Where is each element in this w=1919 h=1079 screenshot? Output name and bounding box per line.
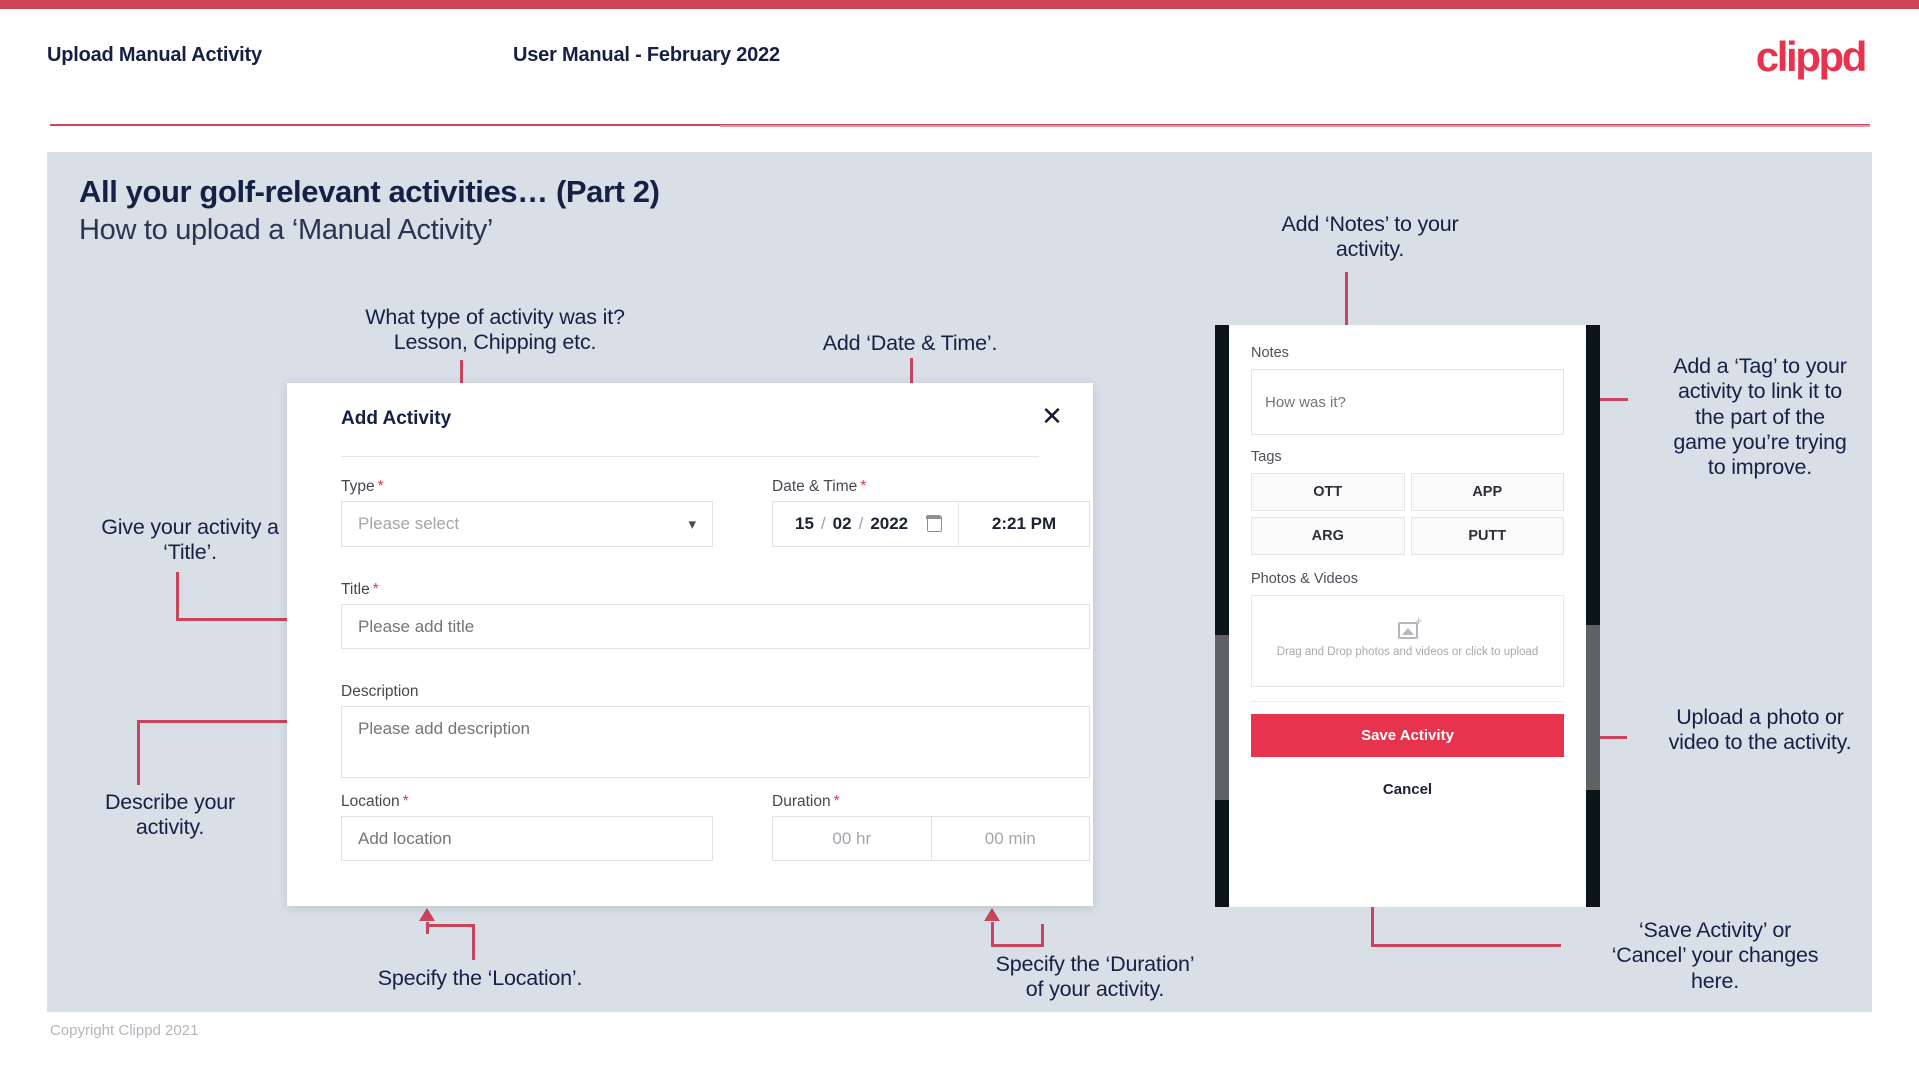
annotation-notes: Add ‘Notes’ to your activity. (1281, 212, 1459, 262)
duration-label: Duration * (772, 793, 840, 811)
connector-dur-v (1041, 924, 1044, 946)
title-required-mark: * (372, 581, 379, 598)
location-required-mark: * (402, 793, 409, 810)
dialog-divider (341, 456, 1039, 457)
cancel-button[interactable]: Cancel (1251, 781, 1564, 798)
connector-loc-v2 (426, 922, 429, 934)
annotation-location: Specify the ‘Location’. (377, 966, 583, 990)
type-select[interactable]: Please select ▾ (341, 501, 713, 547)
phone-screen: Notes Tags OTT APP ARG PUTT Photos & Vid… (1229, 325, 1586, 907)
photo-upload-dropzone[interactable]: Drag and Drop photos and videos or click… (1251, 595, 1564, 687)
date-input[interactable]: 15 / 02 / 2022 (773, 502, 959, 546)
datetime-field[interactable]: 15 / 02 / 2022 2:21 PM (772, 501, 1090, 547)
add-image-icon (1397, 614, 1422, 639)
date-sep-2: / (858, 514, 864, 533)
type-label: Type * (341, 478, 384, 496)
phone-power-button-right (1586, 625, 1600, 790)
top-accent-bar (0, 0, 1919, 9)
chevron-down-icon: ▾ (688, 516, 696, 533)
title-input[interactable] (341, 604, 1090, 649)
annotation-tag: Add a ‘Tag’ to your activity to link it … (1673, 354, 1847, 480)
connector-sc-h (1371, 944, 1561, 947)
duration-label-text: Duration (772, 793, 831, 810)
connector-dur-v2 (991, 922, 994, 946)
calendar-icon[interactable] (926, 515, 942, 532)
date-day: 15 (795, 514, 814, 533)
description-label: Description (341, 683, 419, 701)
time-input[interactable]: 2:21 PM (959, 502, 1089, 546)
clippd-logo: clippd (1755, 33, 1868, 80)
footer-copyright: Copyright Clippd 2021 (50, 1022, 199, 1039)
duration-required-mark: * (833, 793, 840, 810)
dialog-title: Add Activity (341, 408, 452, 429)
annotation-type: What type of activity was it? Lesson, Ch… (365, 305, 625, 355)
type-label-text: Type (341, 478, 375, 495)
header-title: Upload Manual Activity (47, 44, 262, 66)
slide-page: Upload Manual Activity User Manual - Feb… (0, 0, 1919, 1079)
datetime-label-text: Date & Time (772, 478, 858, 495)
connector-notes-v1 (1345, 272, 1348, 332)
annotation-datetime: Add ‘Date & Time’. (822, 331, 998, 355)
duration-hours[interactable]: 00 hr (773, 817, 931, 860)
type-select-value: Please select (358, 514, 460, 533)
connector-dur-h (991, 944, 1044, 947)
location-input[interactable] (341, 816, 713, 861)
notes-label: Notes (1251, 345, 1289, 361)
datetime-required-mark: * (860, 478, 867, 495)
connector-loc-arrow (419, 908, 435, 921)
annotation-save-cancel: ‘Save Activity’ or ‘Cancel’ your changes… (1611, 918, 1819, 993)
type-required-mark: * (377, 478, 384, 495)
header-subtitle: User Manual - February 2022 (513, 44, 780, 66)
tags-grid: OTT APP ARG PUTT (1251, 473, 1564, 555)
connector-dur-arrow (984, 908, 1000, 921)
location-label-text: Location (341, 793, 400, 810)
connector-title-v (176, 572, 179, 620)
header-divider-soft (720, 125, 1870, 127)
connector-loc-h (426, 924, 475, 927)
phone-volume-button-left (1215, 635, 1229, 800)
tags-label: Tags (1251, 449, 1282, 465)
notes-input[interactable] (1251, 369, 1564, 435)
connector-title-h (176, 618, 291, 621)
annotation-description: Describe your activity. (104, 790, 236, 840)
connector-tag-h1 (1600, 398, 1628, 401)
save-activity-button[interactable]: Save Activity (1251, 714, 1564, 757)
phone-divider (1251, 701, 1564, 702)
duration-field: 00 hr 00 min (772, 816, 1090, 861)
date-sep-1: / (820, 514, 826, 533)
date-year: 2022 (870, 514, 909, 533)
dropzone-text: Drag and Drop photos and videos or click… (1276, 645, 1539, 658)
title-label: Title * (341, 581, 379, 599)
connector-desc-h (137, 720, 290, 723)
location-label: Location * (341, 793, 409, 811)
annotation-upload: Upload a photo or video to the activity. (1668, 705, 1852, 755)
tag-putt[interactable]: PUTT (1410, 517, 1564, 555)
tag-ott[interactable]: OTT (1251, 473, 1405, 511)
tag-app[interactable]: APP (1410, 473, 1564, 511)
photos-videos-label: Photos & Videos (1251, 571, 1358, 587)
connector-loc-v (472, 924, 475, 960)
tag-arg[interactable]: ARG (1251, 517, 1405, 555)
description-input[interactable] (341, 706, 1090, 778)
title-label-text: Title (341, 581, 370, 598)
connector-desc-v (137, 720, 140, 785)
duration-minutes[interactable]: 00 min (930, 817, 1090, 860)
slide-title: All your golf-relevant activities… (Part… (79, 174, 660, 209)
annotation-duration: Specify the ‘Duration’ of your activity. (995, 952, 1195, 1002)
add-activity-dialog: Add Activity ✕ Type * Please select ▾ Dat… (287, 383, 1093, 906)
phone-mockup: Notes Tags OTT APP ARG PUTT Photos & Vid… (1215, 325, 1600, 907)
datetime-label: Date & Time * (772, 478, 866, 496)
date-month: 02 (832, 514, 852, 533)
slide-subtitle: How to upload a ‘Manual Activity’ (79, 214, 494, 246)
dialog-header: Add Activity ✕ (287, 383, 1093, 445)
description-label-text: Description (341, 683, 419, 700)
close-icon[interactable]: ✕ (1035, 399, 1069, 433)
